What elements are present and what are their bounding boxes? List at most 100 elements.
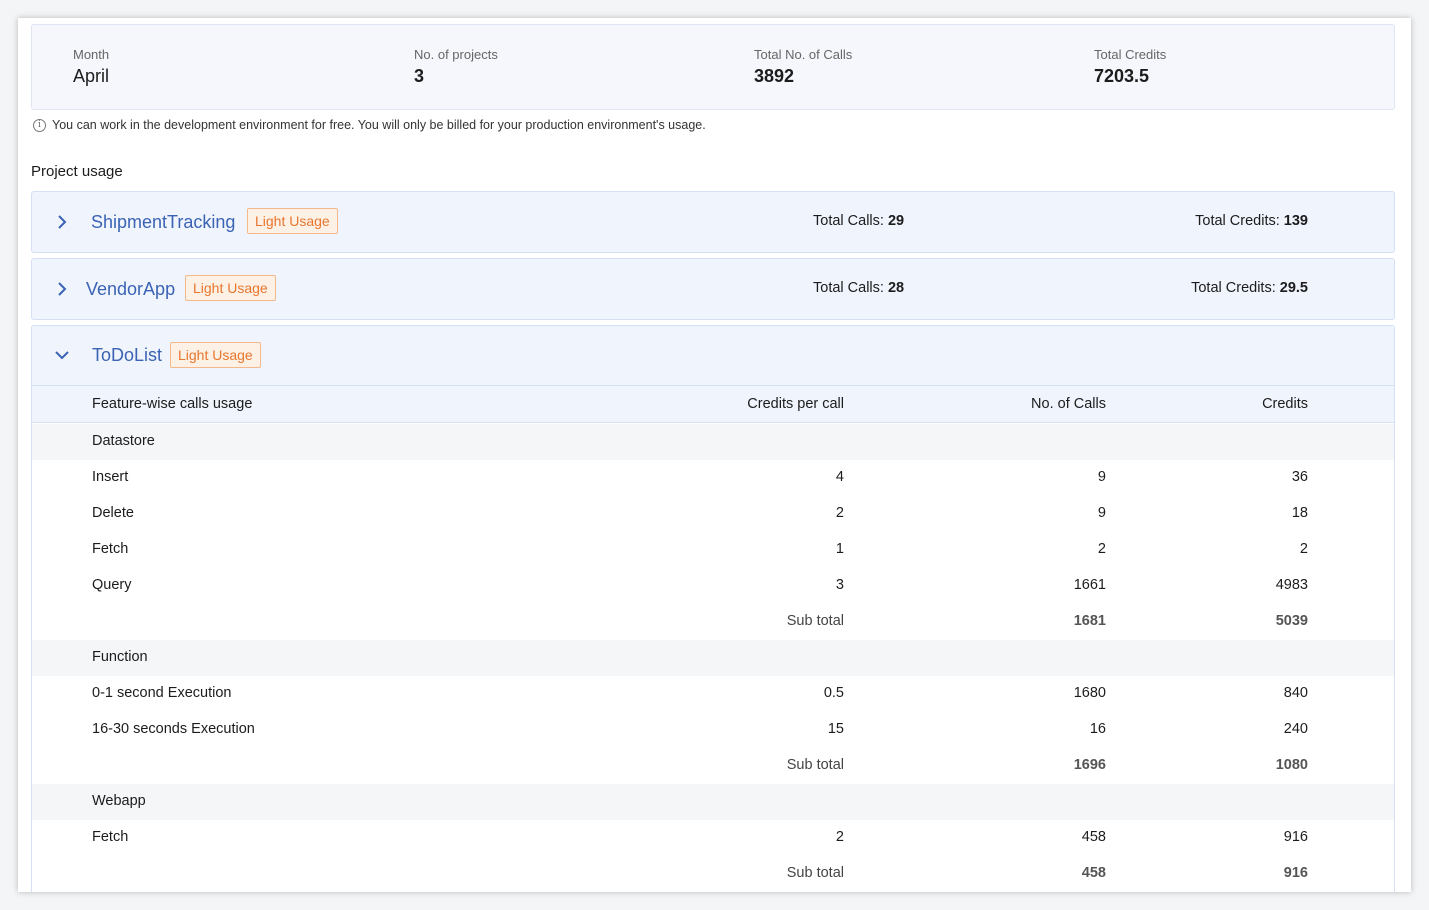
- feature-table-header: Feature-wise calls usage Credits per cal…: [32, 386, 1394, 423]
- credits-per-call: 4: [835, 469, 844, 485]
- subtotal-calls: 1681: [1073, 613, 1106, 629]
- total-calls-value: 29: [887, 213, 905, 229]
- calls-value: 3892: [754, 66, 795, 86]
- subtotal-credits: 916: [1283, 865, 1308, 881]
- table-row: Insert 4 9 36: [32, 460, 1394, 496]
- credits: 840: [1283, 685, 1308, 701]
- col-feature: Feature-wise calls usage: [92, 396, 253, 412]
- feature-name: Delete: [92, 505, 134, 521]
- feature-name: Query: [92, 577, 132, 593]
- category-row-datastore: Datastore: [32, 424, 1394, 460]
- total-credits-value: 139: [1283, 213, 1308, 229]
- chevron-right-icon[interactable]: [52, 279, 72, 299]
- table-row: Query 3 1661 4983: [32, 568, 1394, 604]
- credits-value: 7203.5: [1094, 66, 1150, 86]
- usage-summary-card: Month April No. of projects 3 Total No. …: [31, 24, 1395, 110]
- category-title: Webapp: [92, 793, 146, 809]
- project-name[interactable]: ShipmentTracking: [91, 210, 235, 234]
- project-name[interactable]: VendorApp: [86, 277, 175, 301]
- project-total-calls: Total Calls: 28: [813, 280, 904, 296]
- credits-per-call: 3: [835, 577, 844, 593]
- subtotal-row: Sub total 1681 5039: [32, 604, 1394, 640]
- project-header-todolist[interactable]: ToDoList Light Usage: [32, 326, 1394, 386]
- subtotal-row: Sub total 1696 1080: [32, 748, 1394, 784]
- no-of-calls: 1680: [1073, 685, 1106, 701]
- project-total-credits: Total Credits: 29.5: [1191, 280, 1308, 296]
- usage-badge: Light Usage: [170, 342, 261, 368]
- credits-stat: Total Credits 7203.5: [1094, 47, 1166, 88]
- feature-name: 16-30 seconds Execution: [92, 721, 255, 737]
- credits-per-call: 15: [827, 721, 844, 737]
- month-label: Month: [73, 47, 110, 62]
- project-name[interactable]: ToDoList: [92, 343, 162, 367]
- subtotal-label: Sub total: [786, 865, 844, 881]
- feature-name: Fetch: [92, 829, 129, 845]
- credits: 4983: [1275, 577, 1308, 593]
- project-total-credits: Total Credits: 139: [1195, 213, 1308, 229]
- chevron-right-icon[interactable]: [52, 212, 72, 232]
- credits: 916: [1283, 829, 1308, 845]
- subtotal-calls: 1696: [1073, 757, 1106, 773]
- credits: 36: [1291, 469, 1308, 485]
- billing-note: i You can work in the development enviro…: [33, 116, 706, 134]
- calls-label: Total No. of Calls: [754, 47, 853, 62]
- project-total-calls: Total Calls: 29: [813, 213, 904, 229]
- subtotal-label: Sub total: [786, 613, 844, 629]
- usage-panel: Month April No. of projects 3 Total No. …: [18, 18, 1411, 892]
- calls-stat: Total No. of Calls 3892: [754, 47, 852, 88]
- feature-name: Insert: [92, 469, 129, 485]
- project-row-vendorapp[interactable]: VendorApp Light Usage Total Calls: 28 To…: [31, 258, 1395, 320]
- credits-per-call: 2: [835, 829, 844, 845]
- projects-stat: No. of projects 3: [414, 47, 498, 88]
- table-row: Delete 2 9 18: [32, 496, 1394, 532]
- month-stat: Month April: [73, 47, 109, 88]
- col-credits-per-call: Credits per call: [747, 396, 844, 412]
- credits-per-call: 2: [835, 505, 844, 521]
- col-credits: Credits: [1262, 396, 1308, 412]
- total-credits-label: Total Credits:: [1195, 213, 1284, 229]
- project-row-todolist-expanded: ToDoList Light Usage Feature-wise calls …: [31, 325, 1395, 892]
- credits: 18: [1291, 505, 1308, 521]
- info-icon: i: [33, 118, 46, 132]
- month-value: April: [73, 66, 110, 86]
- no-of-calls: 1661: [1073, 577, 1106, 593]
- section-title: Project usage: [31, 163, 123, 180]
- total-calls-label: Total Calls:: [813, 280, 888, 296]
- subtotal-label: Sub total: [786, 757, 844, 773]
- credits-per-call: 0.5: [823, 685, 844, 701]
- usage-badge: Light Usage: [185, 275, 276, 301]
- col-no-of-calls: No. of Calls: [1031, 396, 1106, 412]
- usage-badge: Light Usage: [247, 208, 338, 234]
- subtotal-calls: 458: [1081, 865, 1106, 881]
- no-of-calls: 2: [1097, 541, 1106, 557]
- table-row: 16-30 seconds Execution 15 16 240: [32, 712, 1394, 748]
- total-calls-value: 28: [887, 280, 905, 296]
- subtotal-row: Sub total 458 916: [32, 856, 1394, 892]
- credits-per-call: 1: [835, 541, 844, 557]
- total-credits-value: 29.5: [1279, 280, 1308, 296]
- category-row-function: Function: [32, 640, 1394, 676]
- feature-name: 0-1 second Execution: [92, 685, 232, 701]
- credits: 2: [1299, 541, 1308, 557]
- billing-note-text: You can work in the development environm…: [52, 118, 706, 132]
- credits-label: Total Credits: [1094, 47, 1167, 62]
- category-row-webapp: Webapp: [32, 784, 1394, 820]
- no-of-calls: 9: [1097, 505, 1106, 521]
- table-row: Fetch 1 2 2: [32, 532, 1394, 568]
- category-title: Function: [92, 649, 148, 665]
- project-row-shipmenttracking[interactable]: ShipmentTracking Light Usage Total Calls…: [31, 191, 1395, 253]
- total-calls-label: Total Calls:: [813, 213, 888, 229]
- no-of-calls: 9: [1097, 469, 1106, 485]
- table-row: Fetch 2 458 916: [32, 820, 1394, 856]
- chevron-down-icon[interactable]: [52, 345, 72, 365]
- subtotal-credits: 5039: [1275, 613, 1308, 629]
- no-of-calls: 458: [1081, 829, 1106, 845]
- subtotal-credits: 1080: [1275, 757, 1308, 773]
- total-credits-label: Total Credits:: [1191, 280, 1280, 296]
- table-row: 0-1 second Execution 0.5 1680 840: [32, 676, 1394, 712]
- projects-value: 3: [414, 66, 425, 86]
- credits: 240: [1283, 721, 1308, 737]
- feature-name: Fetch: [92, 541, 129, 557]
- category-title: Datastore: [92, 433, 155, 449]
- no-of-calls: 16: [1089, 721, 1106, 737]
